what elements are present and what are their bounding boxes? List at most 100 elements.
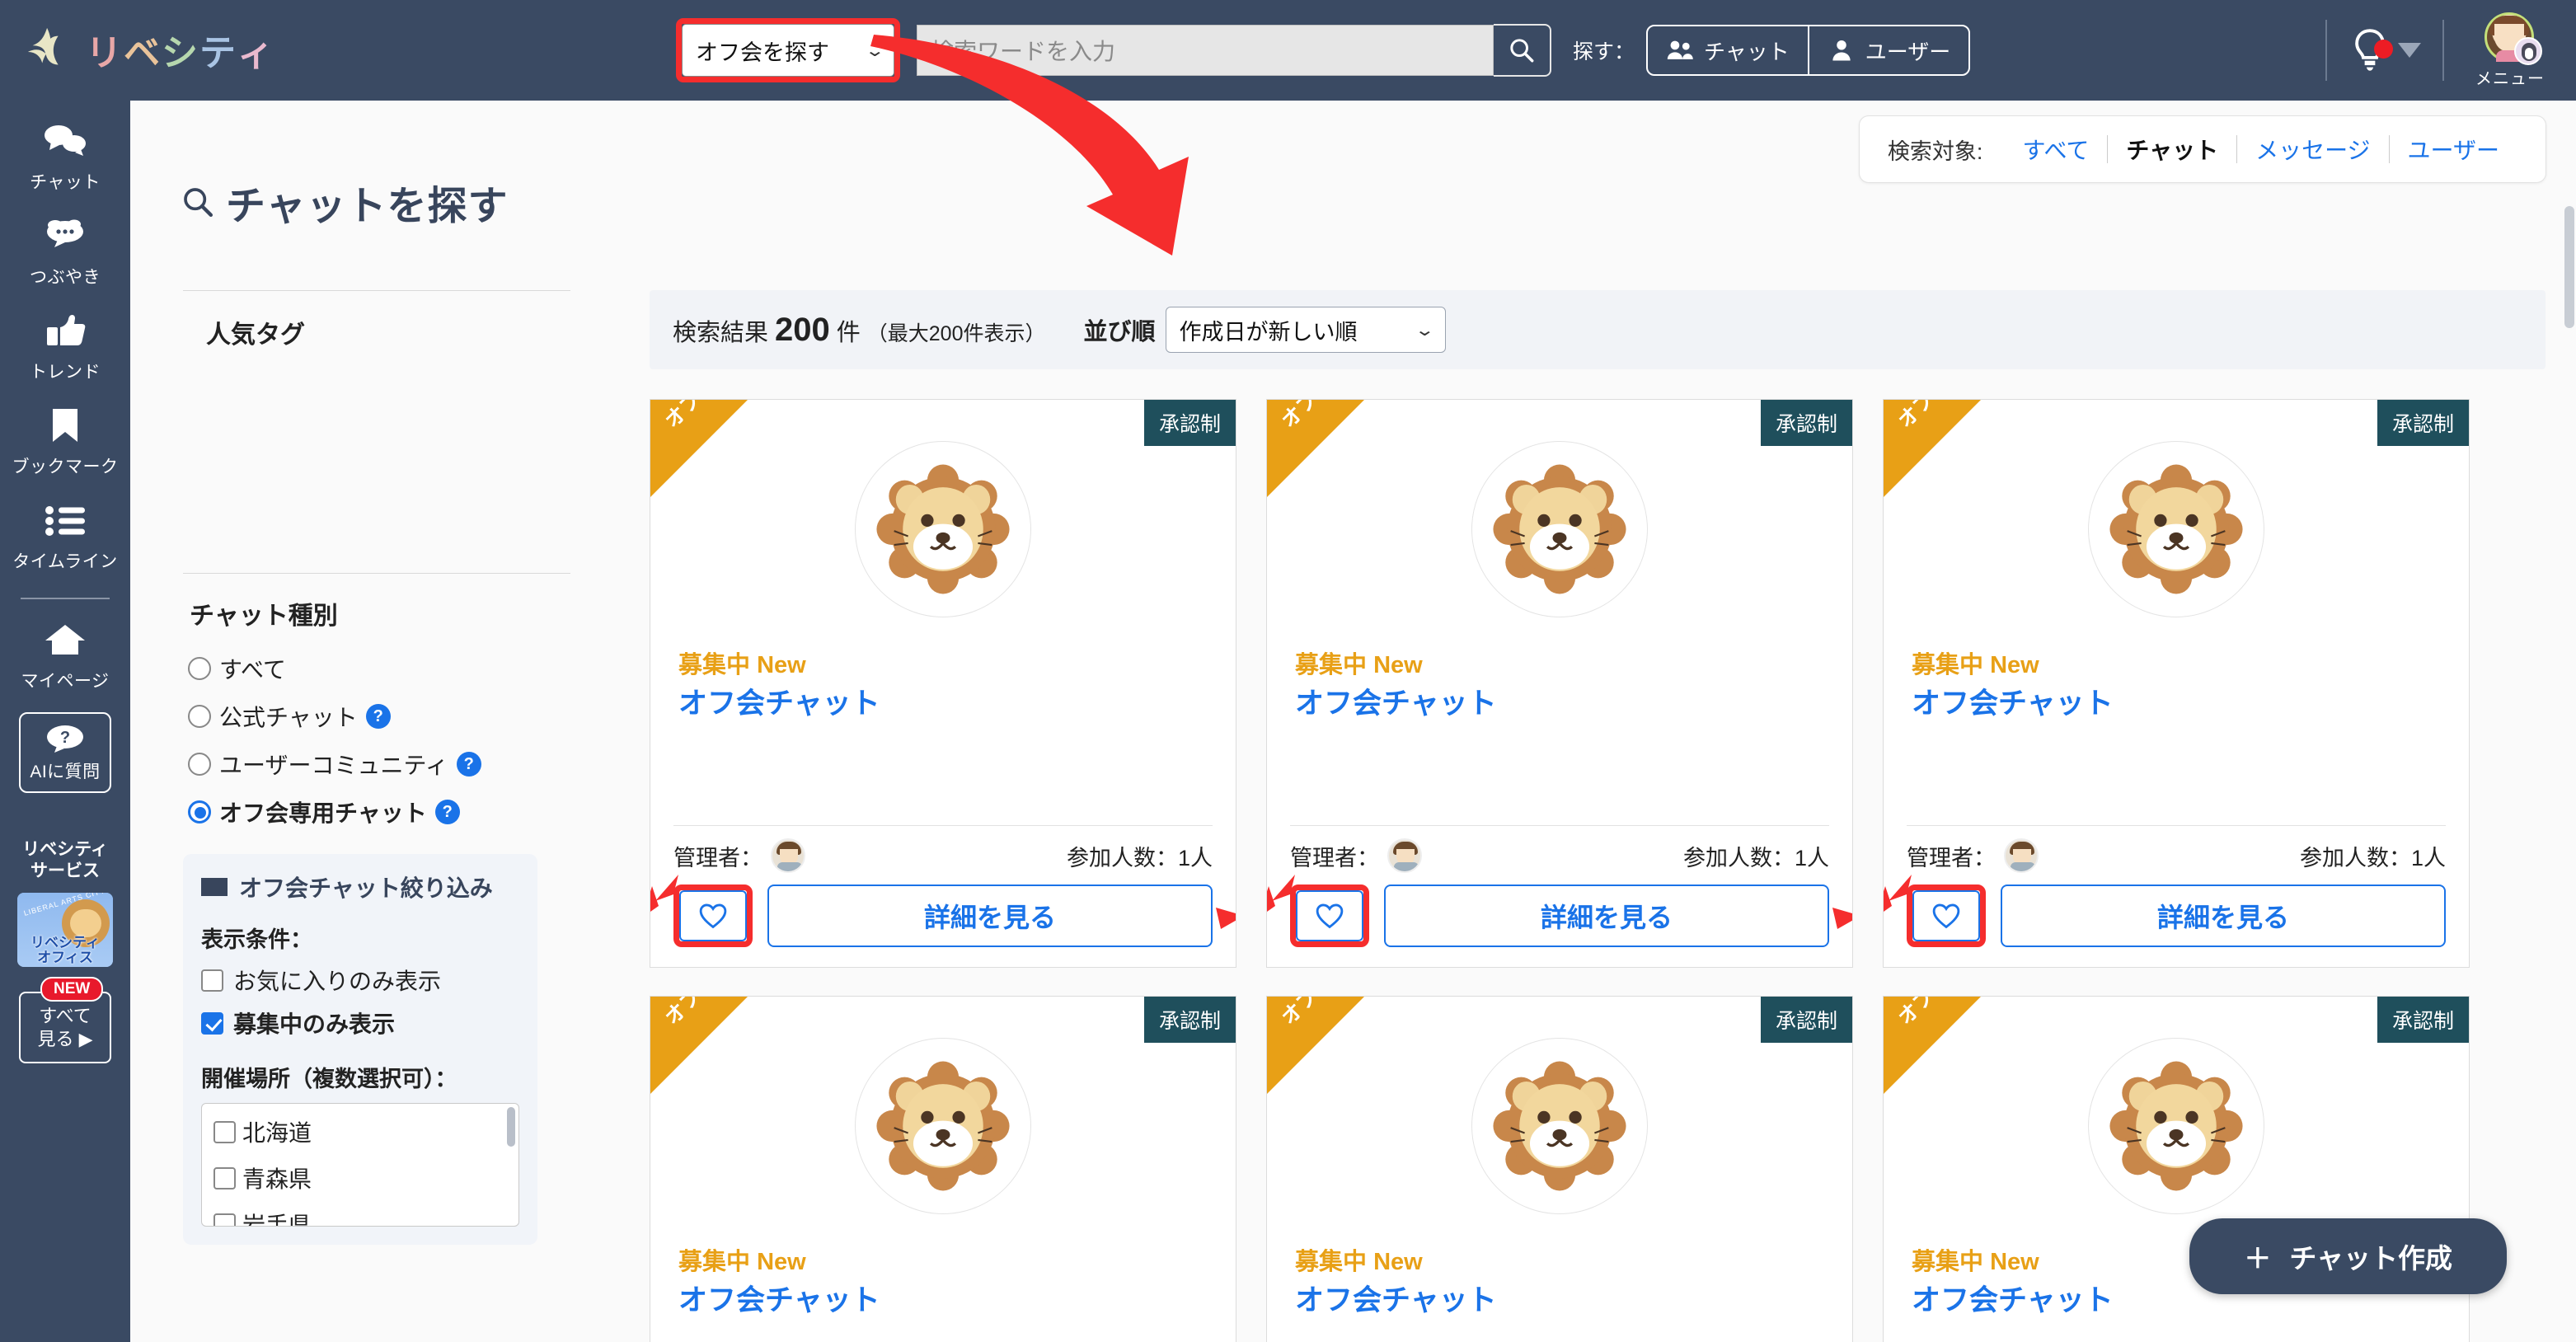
- offkai-refine-panel: オフ会チャット絞り込み 表示条件： お気に入りのみ表示 募集中のみ表示 開催場所…: [183, 854, 537, 1245]
- sidebar-item-bookmark[interactable]: ブックマーク: [0, 403, 130, 478]
- results-toolbar: 検索結果 200 件 （最大200件表示） 並び順 作成日が新しい順 ⌄: [650, 290, 2546, 369]
- prefecture-item[interactable]: 青森県: [213, 1161, 518, 1194]
- checkbox-icon: [201, 969, 223, 992]
- sidebar-item-mypage[interactable]: マイページ: [0, 617, 130, 692]
- plus-icon: ＋: [2244, 1243, 2272, 1274]
- card-title[interactable]: オフ会チャット: [678, 680, 880, 722]
- attention-spark: [1211, 891, 1236, 942]
- sidebar-item-timeline[interactable]: タイムライン: [0, 498, 130, 573]
- list-scrollbar[interactable]: [507, 1107, 515, 1147]
- card-status: 募集中 New: [1295, 1249, 1423, 1275]
- chat-type-option-offkai[interactable]: オフ会専用チャット ?: [183, 788, 570, 836]
- chat-card[interactable]: オフ会 承認制 募集中 Ne: [650, 996, 1236, 1342]
- attention-spark: [1828, 891, 1852, 942]
- sidebar-item-trend[interactable]: トレンド: [0, 308, 130, 383]
- chat-type-label: ユーザーコミュニティ: [219, 753, 448, 778]
- help-icon[interactable]: ?: [365, 704, 391, 729]
- top-header: リベシティ オフ会を探す ⌄ 検索ワードを入力 探す： チャット ユーザー メニ…: [0, 0, 2576, 101]
- chat-type-option-community[interactable]: ユーザーコミュニティ ?: [183, 740, 570, 788]
- favorite-button[interactable]: [679, 890, 747, 941]
- chat-card[interactable]: オフ会 承認制 募集中 New オフ会チャット 管理者： 参加人数：1人 詳細を…: [650, 399, 1236, 968]
- card-title[interactable]: オフ会チャット: [1295, 680, 1497, 722]
- find-chat-button[interactable]: チャット: [1648, 26, 1808, 74]
- search-target-label: 検索対象:: [1887, 138, 1983, 164]
- favorite-button[interactable]: [1912, 890, 1980, 941]
- help-icon[interactable]: ?: [434, 800, 460, 824]
- checkbox-recruiting-only[interactable]: 募集中のみ表示: [201, 1006, 519, 1039]
- results-count-value: 200: [775, 311, 830, 348]
- user-menu-button[interactable]: メニュー: [2444, 12, 2576, 89]
- chat-card[interactable]: オフ会 承認制 募集中 Ne: [1266, 996, 1853, 1342]
- card-title[interactable]: オフ会チャット: [1912, 1277, 2114, 1319]
- detail-button[interactable]: 詳細を見る: [2001, 884, 2446, 947]
- radio-icon-selected: [188, 800, 211, 824]
- svg-text:?: ?: [60, 729, 70, 747]
- approval-badge: 承認制: [1143, 997, 1236, 1043]
- lion-icon: [2109, 1061, 2243, 1191]
- chat-bubbles-icon: [45, 125, 86, 156]
- refine-title: オフ会チャット絞り込み: [239, 875, 493, 901]
- create-chat-label: チャット作成: [2289, 1243, 2452, 1274]
- header-search-input[interactable]: 検索ワードを入力: [917, 25, 1494, 76]
- page-scrollbar[interactable]: [2563, 203, 2576, 1342]
- admin-avatar[interactable]: [1387, 838, 1422, 873]
- create-chat-button[interactable]: ＋ チャット作成: [2189, 1218, 2507, 1294]
- favorite-button[interactable]: [1296, 890, 1363, 941]
- search-target-user[interactable]: ユーザー: [2390, 133, 2517, 166]
- ai-question-button[interactable]: ? AIに質問: [19, 712, 111, 793]
- sidebar-item-tsubuyaki[interactable]: つぶやき: [0, 214, 130, 289]
- detail-button[interactable]: 詳細を見る: [1384, 884, 1829, 947]
- admin-avatar[interactable]: [2004, 838, 2039, 873]
- header-category-select[interactable]: オフ会を探す ⌄: [682, 24, 894, 77]
- checkbox-favorites-only[interactable]: お気に入りのみ表示: [201, 964, 519, 997]
- search-target-chat[interactable]: チャット: [2108, 133, 2236, 166]
- help-icon[interactable]: ?: [456, 752, 481, 777]
- chat-card[interactable]: オフ会 承認制 募集中 Ne: [1266, 399, 1853, 968]
- search-target-bar: 検索対象: すべて チャット メッセージ ユーザー: [1858, 115, 2546, 183]
- question-bubble-icon: ?: [47, 725, 83, 753]
- prefecture-list[interactable]: 北海道 青森県 岩手県: [201, 1103, 519, 1227]
- results-count-unit: 件: [836, 319, 861, 346]
- detail-button[interactable]: 詳細を見る: [767, 884, 1213, 947]
- notification-button[interactable]: [2327, 28, 2442, 73]
- chat-avatar-lion: [1471, 1038, 1648, 1214]
- header-search-button[interactable]: [1494, 24, 1551, 77]
- card-title[interactable]: オフ会チャット: [678, 1277, 880, 1319]
- chat-type-option-all[interactable]: すべて: [183, 645, 570, 692]
- see-all-services-button[interactable]: すべて 見る ▶: [19, 991, 111, 1063]
- card-actions: 詳細を見る: [673, 884, 1213, 947]
- chevron-down-icon: ⌄: [1414, 321, 1435, 340]
- prefecture-item[interactable]: 岩手県: [213, 1208, 518, 1226]
- search-target-all[interactable]: すべて: [2004, 133, 2107, 166]
- site-logo[interactable]: リベシティ: [0, 0, 274, 101]
- place-label: 開催場所（複数選択可）：: [201, 1067, 457, 1091]
- prefecture-label: 青森県: [242, 1166, 312, 1192]
- prefecture-item[interactable]: 北海道: [213, 1115, 518, 1148]
- card-member-count: 参加人数：1人: [1066, 845, 1213, 870]
- sort-value: 作成日が新しい順: [1179, 319, 1358, 345]
- checkbox-icon: [213, 1166, 236, 1190]
- service-banner-office[interactable]: LIBERAL ARTS CITY リベシティ オフィス: [17, 892, 113, 967]
- sidebar-item-label: タイムライン: [12, 552, 118, 571]
- admin-label: 管理者：: [673, 845, 762, 870]
- results-count: 検索結果 200 件 （最大200件表示）: [673, 312, 1046, 349]
- chat-avatar-lion: [855, 1038, 1031, 1214]
- find-user-button[interactable]: ユーザー: [1807, 26, 1968, 74]
- admin-avatar[interactable]: [771, 838, 805, 873]
- chat-type-option-official[interactable]: 公式チャット ?: [183, 692, 570, 740]
- refine-title-row[interactable]: オフ会チャット絞り込み: [201, 870, 519, 903]
- sort-select[interactable]: 作成日が新しい順 ⌄: [1165, 307, 1446, 353]
- find-buttons-group: チャット ユーザー: [1646, 25, 1971, 76]
- chat-card-grid: オフ会 承認制 募集中 New オフ会チャット 管理者： 参加人数：1人 詳細を…: [650, 399, 2546, 1342]
- card-title[interactable]: オフ会チャット: [1912, 680, 2114, 722]
- lion-icon: [1493, 1061, 1626, 1191]
- chat-card[interactable]: オフ会 承認制 募集中 Ne: [1883, 399, 2470, 968]
- scrollbar-thumb[interactable]: [2564, 206, 2574, 328]
- sidebar-item-chat[interactable]: チャット: [0, 119, 130, 194]
- card-meta: 管理者： 参加人数：1人: [673, 838, 1213, 873]
- person-icon: [1832, 40, 1851, 61]
- service-section-title: リベシティ サービス: [22, 840, 108, 881]
- approval-badge: 承認制: [1760, 997, 1852, 1043]
- search-target-message[interactable]: メッセージ: [2237, 133, 2388, 166]
- card-title[interactable]: オフ会チャット: [1295, 1277, 1497, 1319]
